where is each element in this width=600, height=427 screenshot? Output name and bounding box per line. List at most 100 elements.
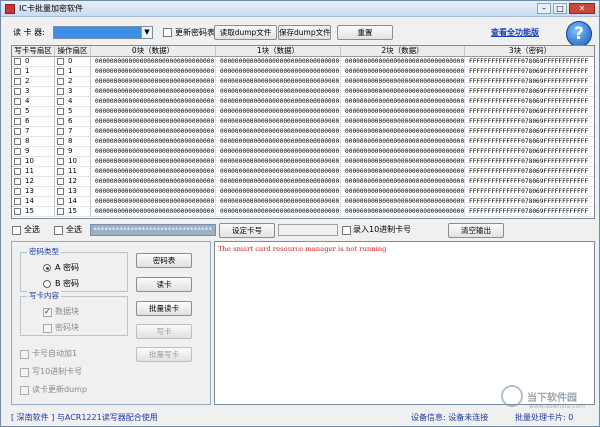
pw-b-radio[interactable]	[43, 280, 51, 288]
sector-checkbox[interactable]	[57, 78, 64, 85]
block-2-cell[interactable]: 00000000000000000000000000000000	[341, 167, 465, 177]
full-version-link[interactable]: 查看全功能版	[491, 27, 539, 38]
block-1-cell[interactable]: 00000000000000000000000000000000	[216, 117, 341, 127]
reader-select[interactable]: ▼	[53, 26, 153, 39]
block-3-cell[interactable]: FFFFFFFFFFFFFF078069FFFFFFFFFFFF	[465, 117, 594, 127]
block-3-cell[interactable]: FFFFFFFFFFFFFF078069FFFFFFFFFFFF	[465, 167, 594, 177]
set-card-no-button[interactable]: 设定卡号	[219, 223, 275, 238]
sector-checkbox[interactable]	[14, 158, 21, 165]
block-2-cell[interactable]: 00000000000000000000000000000000	[341, 67, 465, 77]
write-dec-checkbox[interactable]	[20, 368, 29, 377]
block-2-cell[interactable]: 00000000000000000000000000000000	[341, 77, 465, 87]
block-3-cell[interactable]: FFFFFFFFFFFFFF078069FFFFFFFFFFFF	[465, 67, 594, 77]
block-1-cell[interactable]: 00000000000000000000000000000000	[216, 87, 341, 97]
block-3-cell[interactable]: FFFFFFFFFFFFFF078069FFFFFFFFFFFF	[465, 197, 594, 207]
block-1-cell[interactable]: 00000000000000000000000000000000	[216, 167, 341, 177]
close-button[interactable]: ✕	[569, 3, 595, 14]
read-card-button[interactable]: 读卡	[136, 277, 192, 292]
block-0-cell[interactable]: 00000000000000000000000000000000	[91, 147, 216, 157]
sector-checkbox[interactable]	[14, 198, 21, 205]
update-pw-checkbox[interactable]	[163, 28, 172, 37]
save-dump-button[interactable]: 保存dump文件	[278, 25, 331, 40]
block-2-cell[interactable]: 00000000000000000000000000000000	[341, 97, 465, 107]
sector-checkbox[interactable]	[14, 148, 21, 155]
sector-checkbox[interactable]	[14, 108, 21, 115]
block-0-cell[interactable]: 00000000000000000000000000000000	[91, 97, 216, 107]
sector-checkbox[interactable]	[57, 88, 64, 95]
block-1-cell[interactable]: 00000000000000000000000000000000	[216, 157, 341, 167]
sector-checkbox[interactable]	[57, 148, 64, 155]
maximize-button[interactable]: □	[553, 3, 567, 14]
block-3-cell[interactable]: FFFFFFFFFFFFFF078069FFFFFFFFFFFF	[465, 207, 594, 217]
card-number-input[interactable]	[278, 224, 338, 236]
block-3-cell[interactable]: FFFFFFFFFFFFFF078069FFFFFFFFFFFF	[465, 77, 594, 87]
block-3-cell[interactable]: FFFFFFFFFFFFFF078069FFFFFFFFFFFF	[465, 57, 594, 67]
batch-write-button[interactable]: 批量写卡	[136, 347, 192, 362]
batch-read-button[interactable]: 批量读卡	[136, 301, 192, 316]
write-card-button[interactable]: 写卡	[136, 324, 192, 339]
block-1-cell[interactable]: 00000000000000000000000000000000	[216, 207, 341, 217]
sector-checkbox[interactable]	[57, 158, 64, 165]
block-3-cell[interactable]: FFFFFFFFFFFFFF078069FFFFFFFFFFFF	[465, 147, 594, 157]
block-2-cell[interactable]: 00000000000000000000000000000000	[341, 187, 465, 197]
data-block-checkbox[interactable]	[43, 307, 52, 317]
block-2-cell[interactable]: 00000000000000000000000000000000	[341, 207, 465, 217]
pw-table-button[interactable]: 密码表	[136, 253, 192, 268]
block-1-cell[interactable]: 00000000000000000000000000000000	[216, 177, 341, 187]
block-2-cell[interactable]: 00000000000000000000000000000000	[341, 177, 465, 187]
block-0-cell[interactable]: 00000000000000000000000000000000	[91, 77, 216, 87]
block-0-cell[interactable]: 00000000000000000000000000000000	[91, 137, 216, 147]
sector-checkbox[interactable]	[57, 138, 64, 145]
sector-checkbox[interactable]	[57, 58, 64, 65]
sector-checkbox[interactable]	[14, 208, 21, 215]
sector-checkbox[interactable]	[14, 88, 21, 95]
block-1-cell[interactable]: 00000000000000000000000000000000	[216, 57, 341, 67]
block-2-cell[interactable]: 00000000000000000000000000000000	[341, 127, 465, 137]
pw-block-checkbox[interactable]	[43, 324, 52, 333]
block-0-cell[interactable]: 00000000000000000000000000000000	[91, 177, 216, 187]
block-1-cell[interactable]: 00000000000000000000000000000000	[216, 77, 341, 87]
reset-button[interactable]: 重置	[337, 25, 393, 40]
block-0-cell[interactable]: 00000000000000000000000000000000	[91, 207, 216, 217]
sector-checkbox[interactable]	[14, 178, 21, 185]
block-0-cell[interactable]: 00000000000000000000000000000000	[91, 187, 216, 197]
block-1-cell[interactable]: 00000000000000000000000000000000	[216, 107, 341, 117]
auto-inc-checkbox[interactable]	[20, 350, 29, 359]
read-update-checkbox[interactable]	[20, 386, 29, 395]
select-all-write-checkbox[interactable]	[12, 226, 21, 235]
block-1-cell[interactable]: 00000000000000000000000000000000	[216, 127, 341, 137]
block-3-cell[interactable]: FFFFFFFFFFFFFF078069FFFFFFFFFFFF	[465, 157, 594, 167]
sector-checkbox[interactable]	[14, 138, 21, 145]
sector-checkbox[interactable]	[14, 188, 21, 195]
sector-checkbox[interactable]	[14, 128, 21, 135]
block-2-cell[interactable]: 00000000000000000000000000000000	[341, 197, 465, 207]
sector-checkbox[interactable]	[57, 168, 64, 175]
block-0-cell[interactable]: 00000000000000000000000000000000	[91, 57, 216, 67]
block-0-cell[interactable]: 00000000000000000000000000000000	[91, 87, 216, 97]
block-0-cell[interactable]: 00000000000000000000000000000000	[91, 117, 216, 127]
sector-checkbox[interactable]	[14, 98, 21, 105]
help-icon[interactable]: ?	[566, 21, 592, 47]
sector-checkbox[interactable]	[57, 108, 64, 115]
block-3-cell[interactable]: FFFFFFFFFFFFFF078069FFFFFFFFFFFF	[465, 107, 594, 117]
block-0-cell[interactable]: 00000000000000000000000000000000	[91, 107, 216, 117]
sector-checkbox[interactable]	[14, 118, 21, 125]
minimize-button[interactable]: –	[537, 3, 551, 14]
block-1-cell[interactable]: 00000000000000000000000000000000	[216, 147, 341, 157]
block-1-cell[interactable]: 00000000000000000000000000000000	[216, 97, 341, 107]
sector-checkbox[interactable]	[14, 168, 21, 175]
sector-checkbox[interactable]	[57, 198, 64, 205]
block-1-cell[interactable]: 00000000000000000000000000000000	[216, 67, 341, 77]
block-2-cell[interactable]: 00000000000000000000000000000000	[341, 147, 465, 157]
block-0-cell[interactable]: 00000000000000000000000000000000	[91, 67, 216, 77]
block-1-cell[interactable]: 00000000000000000000000000000000	[216, 137, 341, 147]
block-3-cell[interactable]: FFFFFFFFFFFFFF078069FFFFFFFFFFFF	[465, 127, 594, 137]
sector-checkbox[interactable]	[57, 178, 64, 185]
block-0-cell[interactable]: 00000000000000000000000000000000	[91, 167, 216, 177]
block-3-cell[interactable]: FFFFFFFFFFFFFF078069FFFFFFFFFFFF	[465, 137, 594, 147]
pw-a-radio[interactable]	[43, 264, 51, 272]
block-2-cell[interactable]: 00000000000000000000000000000000	[341, 57, 465, 67]
sector-checkbox[interactable]	[57, 188, 64, 195]
read-dump-button[interactable]: 读取dump文件	[214, 25, 277, 40]
block-3-cell[interactable]: FFFFFFFFFFFFFF078069FFFFFFFFFFFF	[465, 177, 594, 187]
